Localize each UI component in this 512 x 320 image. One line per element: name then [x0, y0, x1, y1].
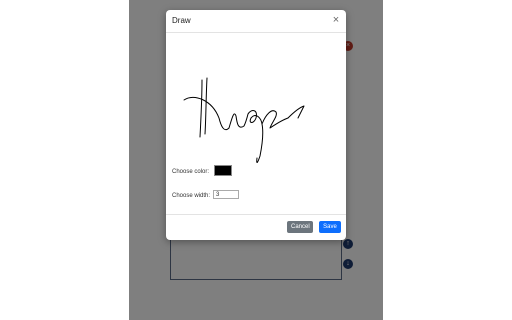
signature-drawing — [183, 77, 305, 163]
color-picker[interactable] — [214, 165, 232, 176]
drawing-canvas[interactable] — [172, 38, 340, 166]
modal-footer: Cancel Save — [166, 214, 346, 241]
color-label: Choose color: — [172, 169, 210, 175]
close-icon[interactable]: × — [330, 14, 342, 26]
cancel-button[interactable]: Cancel — [287, 221, 313, 233]
save-button[interactable]: Save — [319, 221, 341, 233]
draw-modal: Draw × Choose color: Choose width: 3 Can… — [166, 10, 346, 240]
width-input[interactable]: 3 — [213, 190, 239, 199]
modal-title: Draw — [172, 16, 191, 25]
modal-header: Draw × — [166, 10, 346, 33]
width-label: Choose width: — [172, 193, 211, 199]
